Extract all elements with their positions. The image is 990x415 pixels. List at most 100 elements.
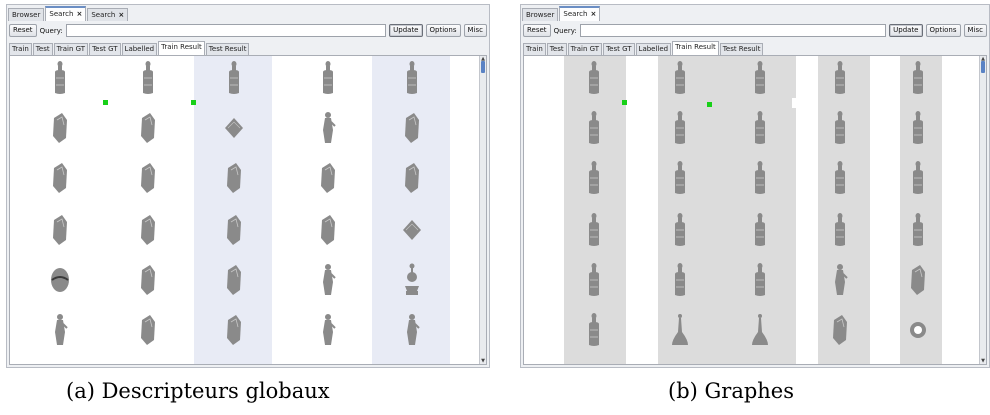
bottle-artifact-icon[interactable] [908, 110, 928, 146]
misc-button[interactable]: Misc [963, 24, 987, 37]
sphere-icon[interactable] [50, 262, 70, 298]
figurine-icon[interactable] [318, 110, 338, 146]
query-input[interactable] [65, 24, 387, 37]
scroll-down-icon[interactable]: ▼ [480, 358, 486, 364]
tab-browser[interactable]: Browser [522, 8, 559, 21]
tab-test-gt[interactable]: Test GT [603, 43, 635, 55]
bottle-artifact-icon[interactable] [750, 110, 770, 146]
options-button[interactable]: Options [425, 24, 461, 37]
bottle-artifact-icon[interactable] [584, 60, 604, 96]
fragment-icon[interactable] [908, 262, 928, 298]
bottle-artifact-icon[interactable] [584, 212, 604, 248]
vase-icon[interactable] [402, 262, 422, 298]
bottle-artifact-icon[interactable] [584, 262, 604, 298]
bottle-artifact-icon[interactable] [584, 160, 604, 196]
reset-button[interactable]: Reset [523, 24, 551, 37]
tab-test-gt[interactable]: Test GT [89, 43, 121, 55]
fragment-icon[interactable] [138, 160, 158, 196]
fragment-icon[interactable] [224, 312, 244, 348]
fragment-icon[interactable] [138, 110, 158, 146]
tab-train[interactable]: Train [9, 43, 32, 55]
bottle-artifact-icon[interactable] [830, 60, 850, 96]
tab-search-active[interactable]: Search × [559, 6, 601, 21]
flat-tile-icon[interactable] [224, 110, 244, 146]
fragment-icon[interactable] [402, 160, 422, 196]
bottle-artifact-icon[interactable] [750, 212, 770, 248]
update-button[interactable]: Update [889, 24, 923, 37]
bottle-artifact-icon[interactable] [830, 160, 850, 196]
tab-labelled[interactable]: Labelled [635, 43, 672, 55]
tab-train[interactable]: Train [523, 43, 546, 55]
bottle-artifact-icon[interactable] [750, 262, 770, 298]
tab-test-result[interactable]: Test Result [719, 43, 764, 55]
bottle-artifact-icon[interactable] [830, 110, 850, 146]
figurine-icon[interactable] [402, 312, 422, 348]
tab-test[interactable]: Test [546, 43, 567, 55]
tab-label: Search [563, 10, 588, 18]
bottle-artifact-icon[interactable] [750, 60, 770, 96]
fragment-icon[interactable] [224, 262, 244, 298]
tab-test[interactable]: Test [32, 43, 53, 55]
tab-browser[interactable]: Browser [8, 8, 45, 21]
figurine-icon[interactable] [50, 312, 70, 348]
reset-button[interactable]: Reset [9, 24, 37, 37]
ring-icon[interactable] [908, 312, 928, 348]
fragment-icon[interactable] [138, 312, 158, 348]
tab-train-gt[interactable]: Train GT [53, 43, 89, 55]
vertical-scrollbar[interactable]: ▲ ▼ [979, 56, 986, 364]
bottle-artifact-icon[interactable] [670, 212, 690, 248]
fragment-icon[interactable] [224, 160, 244, 196]
scrollbar-thumb[interactable] [481, 61, 485, 73]
tab-test-result[interactable]: Test Result [205, 43, 250, 55]
bottle-artifact-icon[interactable] [318, 60, 338, 96]
figurine-icon[interactable] [830, 262, 850, 298]
scroll-down-icon[interactable]: ▼ [980, 358, 986, 364]
tab-train-result[interactable]: Train Result [158, 41, 205, 55]
bottle-artifact-icon[interactable] [670, 160, 690, 196]
fragment-icon[interactable] [50, 212, 70, 248]
figurine-icon[interactable] [318, 312, 338, 348]
fragment-icon[interactable] [224, 212, 244, 248]
misc-button[interactable]: Misc [463, 24, 487, 37]
flat-tile-icon[interactable] [402, 212, 422, 248]
tab-search-active[interactable]: Search × [45, 6, 87, 21]
bell-icon[interactable] [670, 312, 690, 348]
bottle-artifact-icon[interactable] [50, 60, 70, 96]
fragment-icon[interactable] [50, 160, 70, 196]
bottle-artifact-icon[interactable] [138, 60, 158, 96]
fragment-icon[interactable] [138, 212, 158, 248]
close-icon[interactable]: × [76, 10, 82, 18]
bottle-artifact-icon[interactable] [908, 212, 928, 248]
fragment-icon[interactable] [830, 312, 850, 348]
bottle-artifact-icon[interactable] [584, 110, 604, 146]
fragment-icon[interactable] [50, 110, 70, 146]
fragment-icon[interactable] [318, 160, 338, 196]
tab-train-result[interactable]: Train Result [672, 41, 719, 55]
vertical-scrollbar[interactable]: ▲ ▼ [479, 56, 486, 364]
bell-icon[interactable] [750, 312, 770, 348]
close-icon[interactable]: × [118, 11, 124, 19]
bottle-artifact-icon[interactable] [402, 60, 422, 96]
scrollbar-thumb[interactable] [981, 61, 985, 73]
fragment-icon[interactable] [318, 212, 338, 248]
tab-labelled[interactable]: Labelled [121, 43, 158, 55]
bottle-artifact-icon[interactable] [224, 60, 244, 96]
tab-train-gt[interactable]: Train GT [567, 43, 603, 55]
bottle-artifact-icon[interactable] [584, 312, 604, 348]
bottle-artifact-icon[interactable] [670, 110, 690, 146]
close-icon[interactable]: × [590, 10, 596, 18]
query-input[interactable] [579, 24, 887, 37]
tab-search[interactable]: Search × [87, 8, 129, 21]
fragment-icon[interactable] [402, 110, 422, 146]
bottle-artifact-icon[interactable] [750, 160, 770, 196]
bottle-artifact-icon[interactable] [908, 160, 928, 196]
options-button[interactable]: Options [925, 24, 961, 37]
update-button[interactable]: Update [389, 24, 423, 37]
figurine-icon[interactable] [318, 262, 338, 298]
bottle-artifact-icon[interactable] [670, 60, 690, 96]
bottle-artifact-icon[interactable] [670, 262, 690, 298]
bottle-artifact-icon[interactable] [830, 212, 850, 248]
fragment-icon[interactable] [138, 262, 158, 298]
query-label: Query: [553, 26, 577, 35]
bottle-artifact-icon[interactable] [908, 60, 928, 96]
